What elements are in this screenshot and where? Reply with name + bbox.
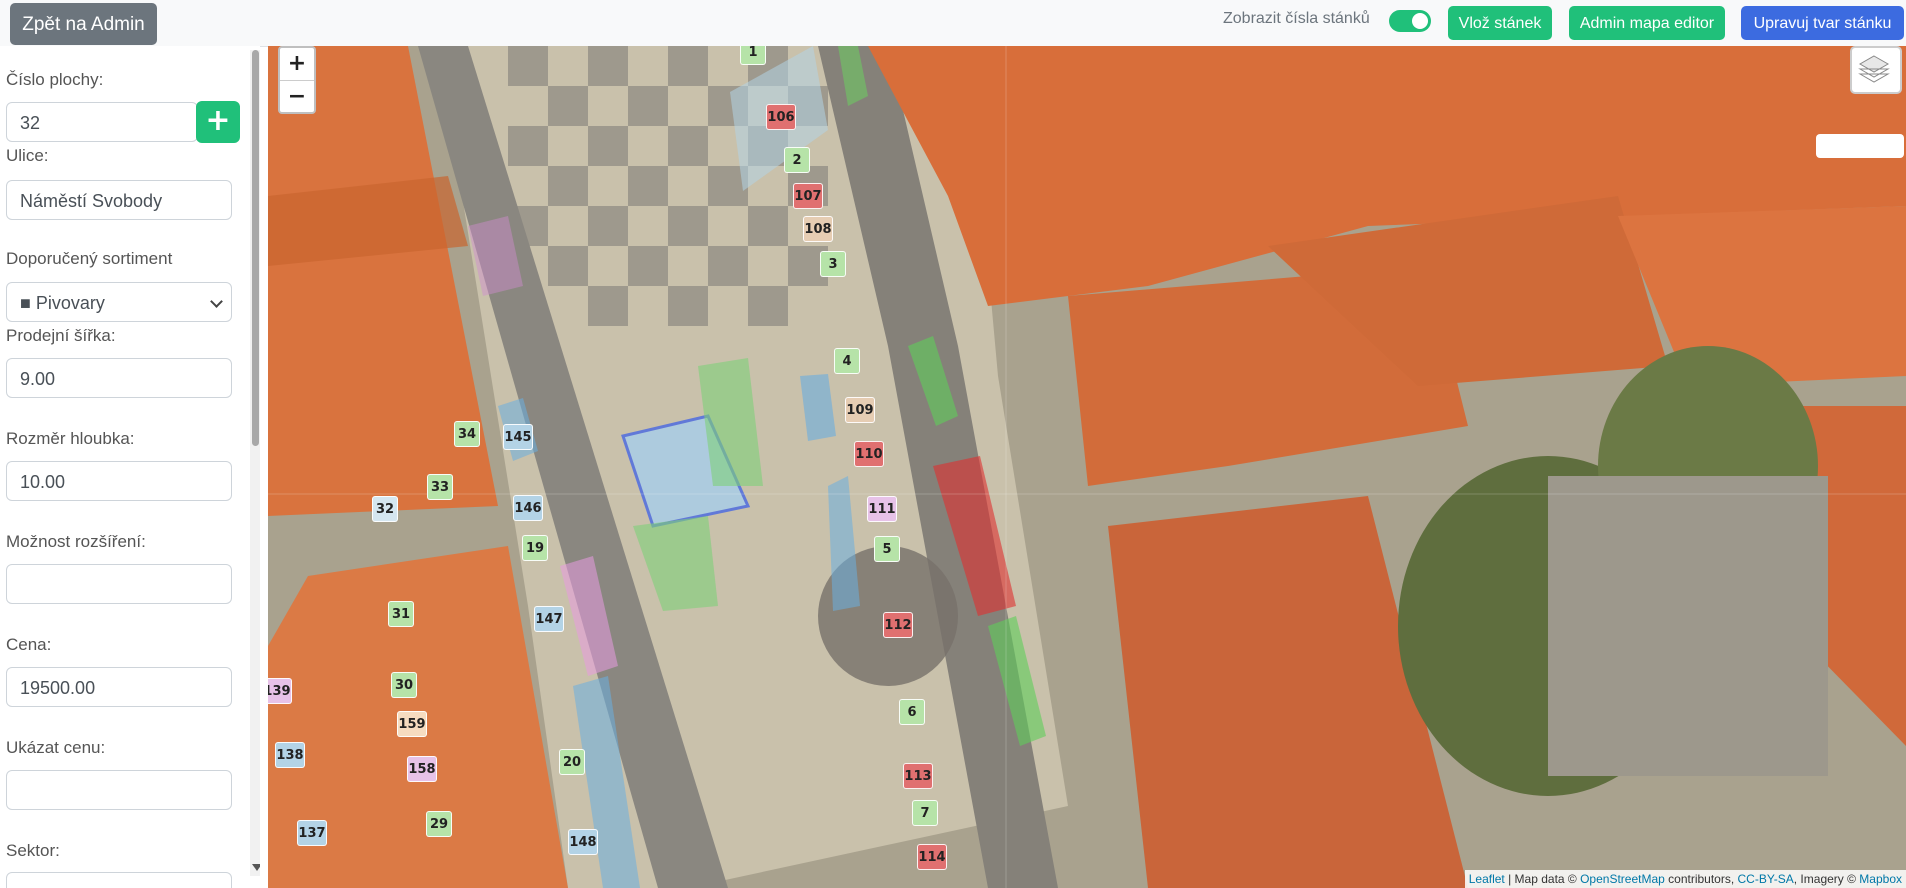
- plot-number-input[interactable]: 32: [6, 102, 198, 142]
- layers-glyph: [1858, 55, 1890, 83]
- add-plot-button[interactable]: +: [196, 101, 240, 143]
- stall-marker-138[interactable]: 138: [275, 742, 305, 768]
- stall-marker-1[interactable]: 1: [740, 46, 766, 65]
- stall-marker-113[interactable]: 113: [903, 763, 933, 789]
- stall-marker-6[interactable]: 6: [899, 699, 925, 725]
- show-stall-numbers-label: Zobrazit čísla stánků: [1223, 10, 1370, 27]
- stall-marker-145[interactable]: 145: [503, 424, 533, 450]
- assortment-selected-value: ■ Pivovary: [20, 293, 105, 313]
- stall-marker-111[interactable]: 111: [867, 496, 897, 522]
- stall-marker-4[interactable]: 4: [834, 348, 860, 374]
- sector-label: Sektor:: [6, 841, 60, 860]
- zoom-in-button[interactable]: +: [280, 48, 314, 81]
- mapbox-link[interactable]: Mapbox: [1859, 872, 1902, 886]
- stall-marker-34[interactable]: 34: [454, 421, 480, 447]
- stall-marker-139[interactable]: 139: [268, 678, 292, 704]
- edit-stall-shape-button[interactable]: Upravuj tvar stánku: [1741, 6, 1904, 40]
- street-label: Ulice:: [6, 146, 49, 165]
- stall-marker-3[interactable]: 3: [820, 251, 846, 277]
- scroll-down-arrow-icon[interactable]: [252, 864, 260, 871]
- show-price-input[interactable]: [6, 770, 232, 810]
- stall-marker-147[interactable]: 147: [534, 606, 564, 632]
- price-label: Cena:: [6, 635, 52, 654]
- stall-marker-32[interactable]: 32: [372, 496, 398, 522]
- stall-detail-sidebar: Číslo plochy: 32 + Ulice: Náměstí Svobod…: [0, 46, 260, 888]
- stall-marker-19[interactable]: 19: [522, 535, 548, 561]
- top-toolbar: Zpět na Admin Zobrazit čísla stánků Vlož…: [0, 0, 1906, 47]
- street-input[interactable]: Náměstí Svobody: [6, 180, 232, 220]
- sector-input[interactable]: [6, 872, 232, 888]
- assortment-label: Doporučený sortiment: [6, 249, 173, 268]
- sidebar-scrollbar-thumb[interactable]: [252, 50, 259, 446]
- admin-map-editor-button[interactable]: Admin mapa editor: [1569, 6, 1725, 40]
- stall-marker-29[interactable]: 29: [426, 811, 452, 837]
- license-link[interactable]: CC-BY-SA: [1738, 872, 1794, 886]
- plot-number-label: Číslo plochy:: [6, 70, 104, 89]
- extension-label: Možnost rozšíření:: [6, 532, 146, 551]
- stall-marker-107[interactable]: 107: [793, 183, 823, 209]
- zoom-out-button[interactable]: −: [280, 81, 314, 113]
- layer-selector-panel[interactable]: [1816, 134, 1904, 158]
- map-view[interactable]: + − 118171062143107108142316141410914034…: [268, 46, 1906, 888]
- stall-marker-20[interactable]: 20: [559, 749, 585, 775]
- sales-width-input[interactable]: 9.00: [6, 358, 232, 398]
- stall-marker-106[interactable]: 106: [766, 104, 796, 130]
- stall-marker-148[interactable]: 148: [568, 829, 598, 855]
- sales-width-label: Prodejní šířka:: [6, 326, 116, 345]
- stall-marker-2[interactable]: 2: [784, 147, 810, 173]
- stall-marker-159[interactable]: 159: [397, 711, 427, 737]
- stall-marker-110[interactable]: 110: [854, 441, 884, 467]
- aerial-imagery: [268, 46, 1906, 888]
- stall-marker-31[interactable]: 31: [388, 601, 414, 627]
- depth-label: Rozměr hloubka:: [6, 429, 135, 448]
- stall-marker-158[interactable]: 158: [407, 756, 437, 782]
- depth-input[interactable]: 10.00: [6, 461, 232, 501]
- price-input[interactable]: 19500.00: [6, 667, 232, 707]
- stall-marker-112[interactable]: 112: [883, 612, 913, 638]
- back-to-admin-button[interactable]: Zpět na Admin: [10, 3, 157, 45]
- stall-marker-7[interactable]: 7: [912, 800, 938, 826]
- zoom-control: + −: [278, 46, 316, 114]
- extension-input[interactable]: [6, 564, 232, 604]
- stall-marker-114[interactable]: 114: [917, 844, 947, 870]
- stall-marker-146[interactable]: 146: [513, 495, 543, 521]
- stall-marker-33[interactable]: 33: [427, 474, 453, 500]
- stall-marker-108[interactable]: 108: [803, 216, 833, 242]
- layers-icon[interactable]: [1850, 46, 1902, 94]
- toggle-knob: [1412, 13, 1428, 29]
- stall-marker-137[interactable]: 137: [297, 820, 327, 846]
- assortment-select[interactable]: ■ Pivovary: [6, 282, 232, 322]
- show-stall-numbers-toggle[interactable]: [1389, 10, 1431, 32]
- map-attribution: Leaflet | Map data © OpenStreetMap contr…: [1464, 870, 1906, 888]
- stall-marker-30[interactable]: 30: [391, 672, 417, 698]
- show-price-label: Ukázat cenu:: [6, 738, 106, 757]
- chevron-down-icon: [210, 295, 223, 308]
- stall-marker-5[interactable]: 5: [874, 536, 900, 562]
- insert-stall-button[interactable]: Vlož stánek: [1448, 6, 1552, 40]
- osm-link[interactable]: OpenStreetMap: [1580, 872, 1665, 886]
- leaflet-link[interactable]: Leaflet: [1469, 872, 1505, 886]
- stall-marker-109[interactable]: 109: [845, 397, 875, 423]
